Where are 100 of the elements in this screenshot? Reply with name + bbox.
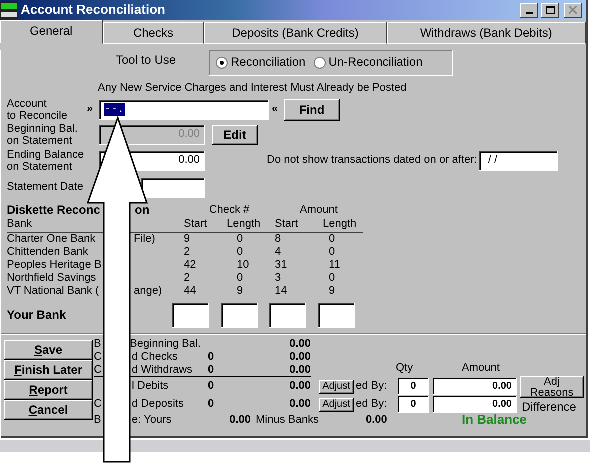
tab[interactable]: Checks	[102, 22, 204, 44]
field-label: Beginning Bal. on Statement	[7, 122, 79, 147]
adj-reasons-button[interactable]: Adj Reasons	[520, 376, 584, 398]
field-label: Ending Balance on Statement	[7, 148, 86, 173]
count-value: 0	[206, 398, 216, 411]
count-value: 0	[206, 350, 216, 364]
close-button[interactable]	[564, 2, 582, 18]
status-text: In Balance	[462, 413, 528, 428]
amount-value: 0.00	[288, 338, 311, 350]
radio-option[interactable]: Un-Reconciliation	[314, 56, 423, 70]
summary-label: C	[94, 364, 103, 376]
summary-label: Minus Banks	[256, 414, 320, 427]
table-cell-text: Peoples Heritage B	[7, 258, 103, 272]
table-cell-text: 2	[184, 246, 192, 259]
account-field[interactable]: - - .	[99, 100, 269, 120]
column-header: Start	[275, 218, 323, 233]
column-group-header: Amount	[299, 204, 339, 218]
amount-value: 0.00	[288, 350, 311, 364]
field-label: Your Bank	[7, 308, 68, 323]
tab[interactable]: Withdraws (Bank Debits)	[386, 22, 586, 44]
summary-label: l Debits	[132, 380, 169, 393]
table-cell-text: 44	[184, 284, 198, 298]
table-cell-text: 10	[236, 258, 250, 272]
minimize-button[interactable]	[520, 2, 538, 18]
count-value: 0	[206, 380, 216, 393]
table-cell-text: Northfield Savings	[7, 272, 98, 285]
maximize-button[interactable]	[541, 2, 559, 18]
date-field[interactable]	[141, 178, 205, 198]
table-cell-text: 14	[275, 284, 288, 298]
table-cell-text: 4	[275, 246, 282, 259]
table-cell-text: 11	[328, 258, 342, 272]
table-cell-text: VT National Bank (	[7, 284, 100, 298]
amount-value: 0.00	[228, 414, 251, 427]
adjust-button[interactable]: Adjust	[319, 398, 354, 412]
action-button[interactable]: Cancel	[4, 400, 93, 420]
table-cell-text: 0	[236, 272, 244, 285]
tab[interactable]: General	[0, 20, 103, 44]
summary-label: ed By:	[356, 398, 388, 411]
column-header: Length	[323, 218, 363, 233]
table-cell-text: 8	[275, 232, 282, 246]
table-cell-text: 0	[236, 232, 244, 246]
summary-label: ed By:	[356, 380, 388, 393]
input-field[interactable]	[172, 303, 209, 328]
field-label: Statement Date	[7, 181, 84, 194]
field-label: Account to Reconcile	[7, 98, 69, 122]
input-field[interactable]	[269, 303, 306, 328]
selected-text: - - .	[104, 103, 124, 116]
qty-field[interactable]: 0	[398, 378, 429, 396]
find-button[interactable]: Find	[284, 98, 340, 121]
section-title: on	[135, 202, 150, 217]
qty-field[interactable]: 0	[398, 396, 429, 414]
summary-label: B	[94, 414, 102, 427]
field-label: Do not show transactions dated on or after:	[267, 154, 478, 167]
table-cell-text: 42	[184, 258, 198, 272]
chevron-text: «	[272, 103, 280, 116]
summary-label: B	[94, 338, 102, 350]
summary-label: Beginning Bal.	[130, 338, 201, 350]
action-button[interactable]: Save	[4, 340, 93, 360]
table-cell: File)	[134, 232, 156, 245]
section-title: Diskette Reconc	[7, 204, 102, 217]
table-cell: ange)	[134, 284, 162, 297]
column-header: Length	[227, 218, 275, 233]
amount-value: 0.00	[288, 380, 311, 393]
table-cell-text: 3	[275, 272, 282, 285]
amount-field[interactable]: 0.00	[433, 378, 517, 396]
table-cell-text: 0	[328, 246, 336, 259]
app-icon	[0, 1, 18, 19]
table-cell-text: Chittenden Bank	[7, 246, 90, 259]
table-cell-text: 9	[184, 232, 192, 246]
column-header: Amount	[462, 362, 500, 375]
summary-label: d Checks	[132, 350, 178, 364]
input-field[interactable]	[221, 303, 258, 328]
radio-option[interactable]: Reconciliation	[216, 56, 306, 70]
table-cell-text: 0	[328, 232, 336, 246]
action-button[interactable]: Report	[4, 380, 93, 400]
action-button[interactable]: Finish Later	[4, 360, 93, 380]
input-field[interactable]	[318, 303, 355, 328]
table-cell-text: 0	[328, 272, 336, 285]
adjust-button[interactable]: Adjust	[319, 380, 354, 394]
amount-value: 0.00	[366, 414, 388, 427]
table-cell-text: 2	[184, 272, 192, 285]
radio-button[interactable]	[314, 56, 326, 69]
amount-field[interactable]: 0.00	[433, 396, 517, 414]
column-header: Qty	[396, 362, 414, 375]
radio-button[interactable]	[216, 56, 228, 69]
date-field[interactable]: / /	[479, 150, 558, 171]
summary-label: d Withdraws	[132, 364, 193, 376]
tab[interactable]: Deposits (Bank Credits)	[204, 22, 387, 44]
window-title: Account Reconciliation	[21, 2, 166, 18]
table-cell-text: 9	[328, 284, 336, 298]
column-group-header: Check #	[208, 204, 251, 218]
chevron-text: »	[87, 103, 94, 116]
summary-label: C	[94, 398, 103, 411]
close-icon	[569, 6, 577, 14]
amount-value: 0.00	[288, 398, 311, 411]
table-cell-text: 31	[275, 258, 288, 272]
field-label: Tool to Use	[116, 54, 178, 68]
table-cell-text: 0	[236, 246, 244, 259]
notice-text: Any New Service Charges and Interest Must Already be Posted	[98, 82, 408, 95]
summary-label: C	[94, 350, 103, 364]
